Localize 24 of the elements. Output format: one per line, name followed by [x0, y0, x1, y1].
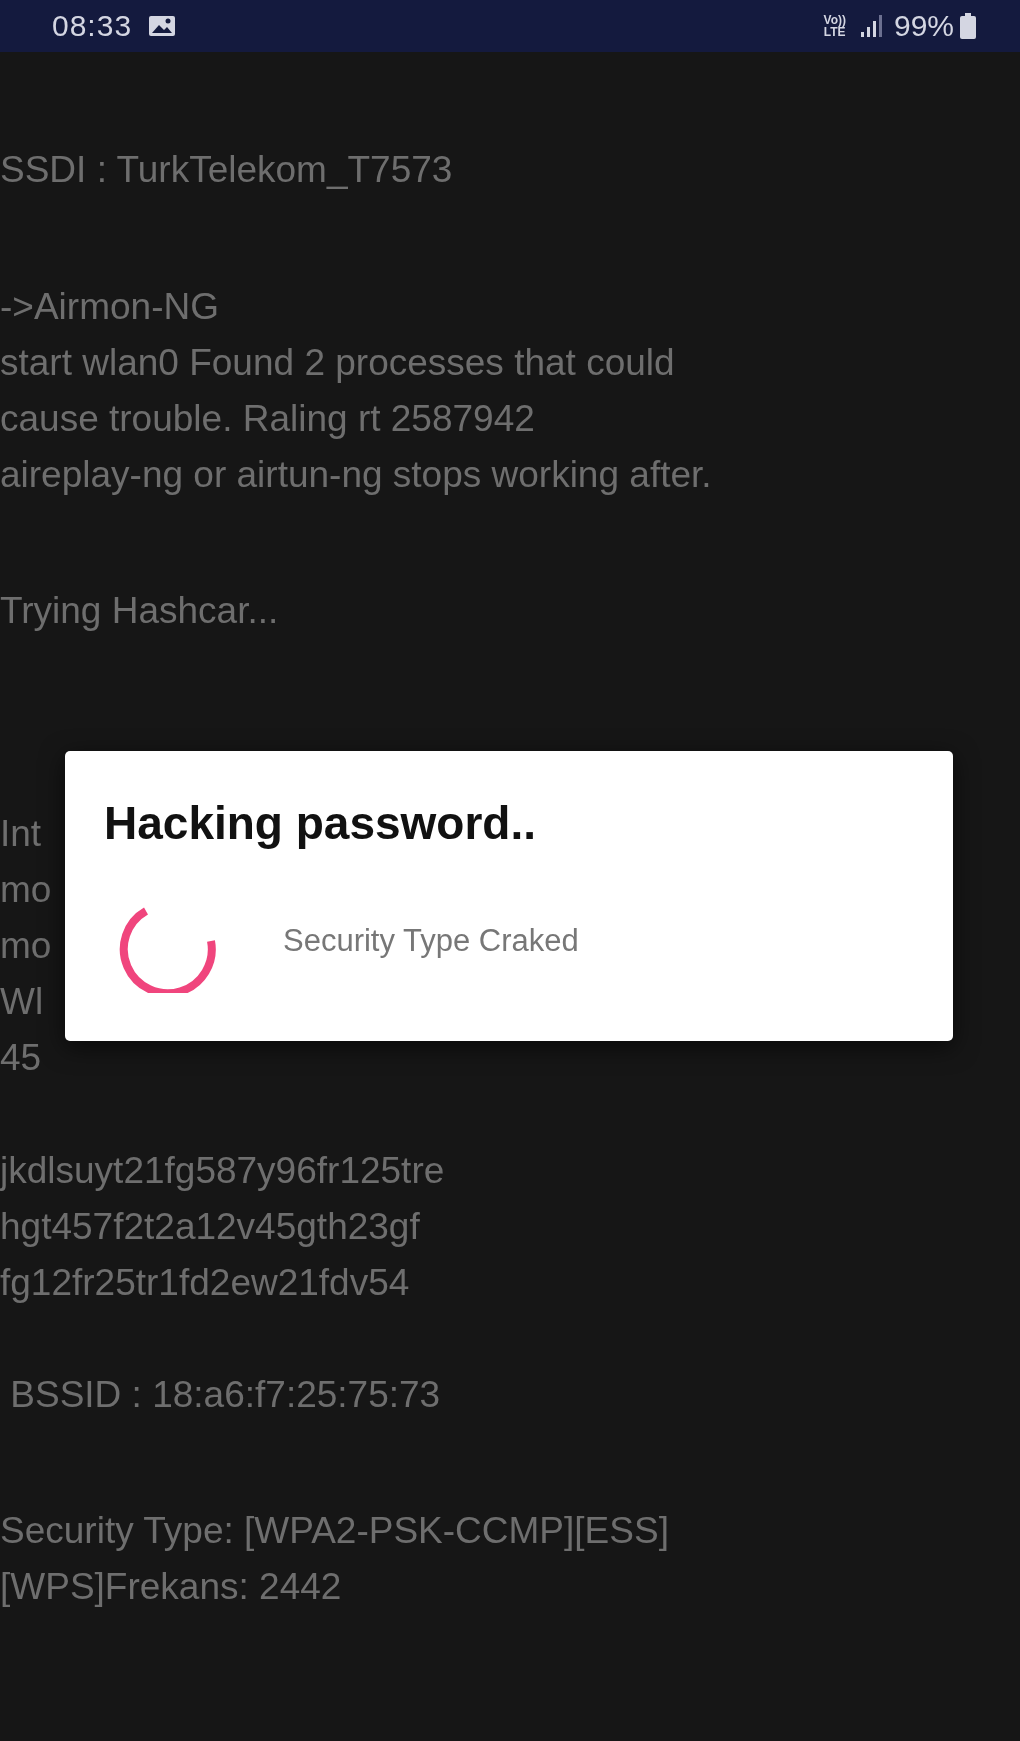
image-icon: [148, 14, 177, 38]
log-line: Trying Hashcar...: [0, 589, 279, 633]
log-line: BSSID : 18:a6:f7:25:75:73: [9, 1373, 441, 1417]
log-line: ->Airmon-NG: [0, 285, 219, 329]
log-line: aireplay-ng or airtun-ng stops working after.: [0, 453, 712, 497]
battery-percentage: 99%: [893, 9, 954, 43]
dialog-title: Hacking password..: [104, 796, 536, 851]
battery-icon: [960, 13, 976, 39]
log-line: Int: [0, 812, 42, 856]
log-line: SSDI : TurkTelekom_T7573: [0, 148, 453, 192]
log-line: Security Type: [WPA2-PSK-CCMP][ESS]: [0, 1509, 669, 1553]
volte-indicator: Vo)) LTE: [823, 14, 846, 38]
clock-time: 08:33: [52, 9, 133, 43]
log-line: 45: [0, 1036, 42, 1080]
log-line: fg12fr25tr1fd2ew21fdv54: [0, 1261, 410, 1305]
signal-icon: [859, 14, 884, 38]
log-line: mo: [0, 924, 52, 968]
log-line: mo: [0, 868, 52, 912]
log-line: Wl: [0, 980, 44, 1024]
log-line: [WPS]Frekans: 2442: [0, 1565, 342, 1609]
log-line: cause trouble. Raling rt 2587942: [0, 397, 535, 441]
log-line: hgt457f2t2a12v45gth23gf: [0, 1205, 420, 1249]
log-line: start wlan0 Found 2 processes that could: [0, 341, 675, 385]
dialog-message: Security Type Craked: [283, 923, 579, 959]
